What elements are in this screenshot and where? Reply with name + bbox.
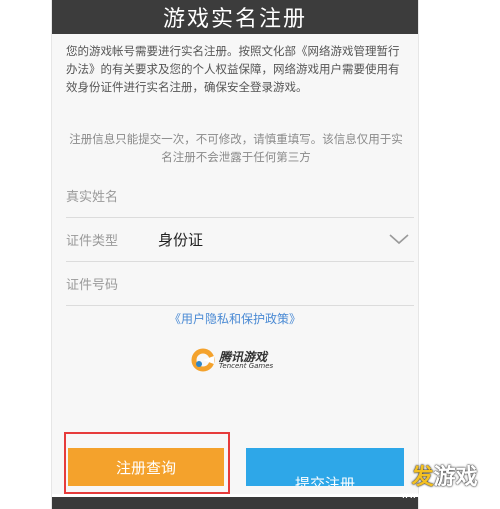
- real-name-field[interactable]: 真实姓名: [66, 174, 414, 218]
- watermark-url: www.fayouxi.com: [401, 491, 488, 501]
- page-title: 游戏实名注册: [162, 7, 307, 32]
- id-type-label: 证件类型: [66, 234, 119, 249]
- screen-bottom-bar: [52, 497, 418, 509]
- tencent-games-logo: 腾讯游戏 Tencent Games: [190, 342, 290, 378]
- register-query-button[interactable]: 注册查询: [68, 448, 224, 486]
- header-bar: 游戏实名注册: [52, 0, 418, 34]
- logo-en-text: Tencent Games: [219, 361, 274, 370]
- logo-cn-text: 腾讯游戏: [219, 349, 268, 364]
- tencent-logo-icon: [191, 348, 215, 372]
- chevron-down-icon[interactable]: [388, 230, 410, 248]
- submit-registration-button[interactable]: 提交注册: [246, 448, 404, 486]
- notice-text: 注册信息只能提交一次，不可修改，请慎重填写。该信息仅用于实名注册不会泄露于任何第…: [69, 132, 403, 164]
- real-name-label: 真实姓名: [66, 190, 119, 205]
- id-number-field[interactable]: 证件号码: [66, 262, 414, 306]
- privacy-policy-link[interactable]: 《用户隐私和保护政策》: [52, 310, 418, 327]
- id-number-label: 证件号码: [66, 278, 119, 293]
- intro-text: 您的游戏帐号需要进行实名注册。按照文化部《网络游戏管理暂行办法》的有关要求及您的…: [66, 44, 400, 94]
- watermark-title: 发游戏: [411, 465, 478, 490]
- content-area: 您的游戏帐号需要进行实名注册。按照文化部《网络游戏管理暂行办法》的有关要求及您的…: [52, 34, 418, 494]
- registration-screen: 游戏实名注册 您的游戏帐号需要进行实名注册。按照文化部《网络游戏管理暂行办法》的…: [52, 0, 418, 509]
- site-watermark: 发游戏 www.fayouxi.com: [401, 459, 488, 501]
- submit-button-label: 提交注册: [294, 474, 355, 487]
- id-type-value: 身份证: [158, 231, 204, 249]
- id-type-select[interactable]: 证件类型 身份证: [66, 218, 414, 262]
